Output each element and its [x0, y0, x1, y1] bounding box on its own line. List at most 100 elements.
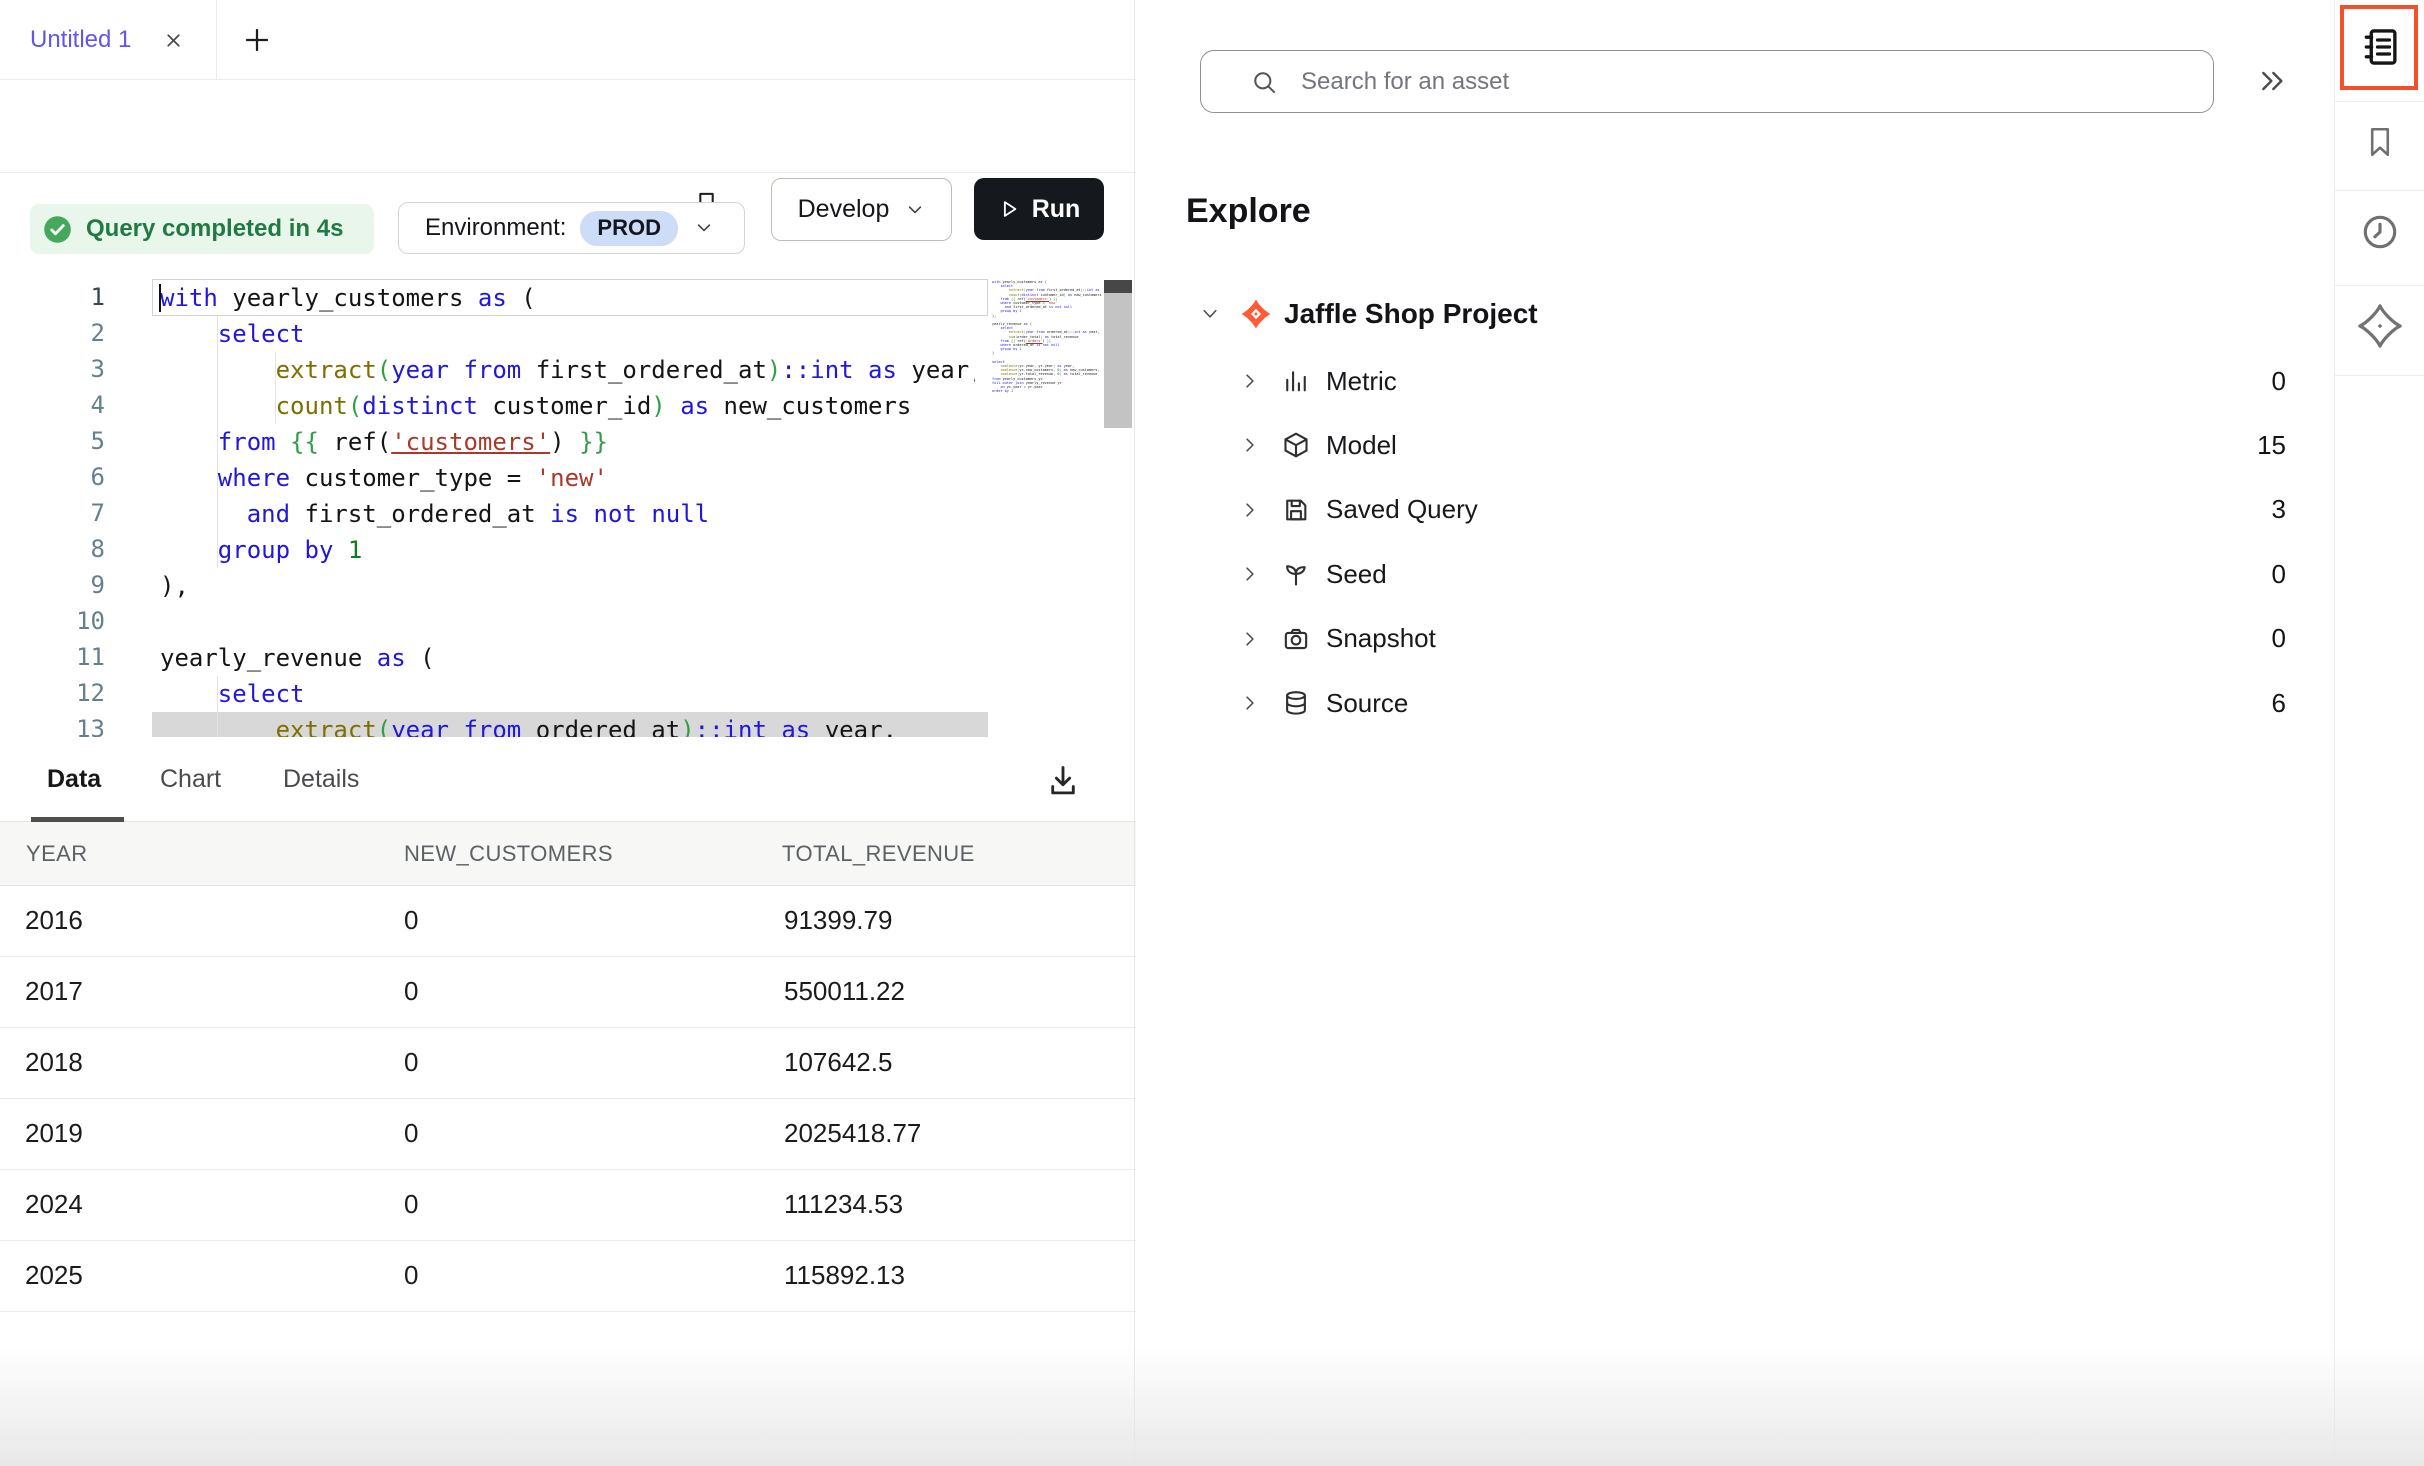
catalog-icon: [2359, 25, 2401, 69]
tree-item-label: Model: [1326, 413, 1397, 477]
download-icon[interactable]: [1044, 760, 1082, 802]
tree-item-model[interactable]: Model 15: [1136, 413, 2334, 477]
results-tab-bar: Data Chart Details: [0, 737, 1136, 822]
code-line[interactable]: from {{ ref('customers') }}: [160, 424, 975, 460]
code-line[interactable]: where customer_type = 'new': [160, 460, 975, 496]
sidebar-item-history[interactable]: [2335, 190, 2424, 285]
environment-label: Environment:: [425, 214, 566, 242]
scrollbar-marker: [1104, 280, 1132, 293]
code-content[interactable]: with yearly_customers as ( select extrac…: [160, 280, 975, 737]
table-cell: 2019: [25, 1099, 83, 1168]
check-circle-icon: [43, 215, 72, 244]
tree-item-snapshot[interactable]: Snapshot 0: [1136, 607, 2334, 671]
table-row: 20180107642.5: [0, 1028, 1136, 1099]
seedling-icon: [1282, 560, 1310, 588]
column-header-new-customers: NEW_CUSTOMERS: [404, 822, 613, 885]
table-cell: 115892.13: [784, 1241, 905, 1310]
dbt-project-logo-icon: [1240, 298, 1272, 330]
tree-item-label: Snapshot: [1326, 607, 1436, 671]
tab-chart[interactable]: Chart: [160, 737, 221, 821]
table-cell: 0: [404, 1099, 418, 1168]
tab-details[interactable]: Details: [283, 737, 359, 821]
tree-item-count: 0: [2272, 349, 2286, 413]
column-header-total-revenue: TOTAL_REVENUE: [782, 822, 975, 885]
bookmark-icon: [2363, 121, 2397, 163]
develop-button-label: Develop: [798, 195, 890, 224]
database-icon: [1282, 689, 1310, 717]
tree-item-label: Source: [1326, 671, 1408, 735]
line-number-gutter: 12345678910111213: [0, 279, 105, 737]
line-number: 4: [0, 387, 105, 423]
explore-title: Explore: [1186, 192, 1311, 231]
results-table-body: 2016091399.7920170550011.2220180107642.5…: [0, 886, 1136, 1312]
table-cell: 0: [404, 957, 418, 1026]
query-status-badge: Query completed in 4s: [30, 204, 374, 254]
project-tree-root[interactable]: Jaffle Shop Project: [1136, 286, 2334, 342]
code-line[interactable]: extract(year from first_ordered_at)::int…: [160, 352, 975, 388]
tab-data[interactable]: Data: [47, 737, 101, 821]
text-cursor: [159, 284, 161, 312]
tree-item-count: 15: [2257, 413, 2286, 477]
sidebar-item-dbt[interactable]: [2335, 285, 2424, 375]
history-icon: [2359, 211, 2401, 253]
chevron-right-icon[interactable]: [1240, 500, 1260, 520]
close-tab-icon[interactable]: [162, 29, 185, 52]
tab-untitled[interactable]: Untitled 1: [30, 0, 131, 79]
right-icon-sidebar: [2334, 0, 2424, 1466]
tree-item-seed[interactable]: Seed0: [1136, 542, 2334, 606]
chevron-right-icon[interactable]: [1240, 435, 1260, 455]
line-number: 2: [0, 315, 105, 351]
chevron-right-icon[interactable]: [1240, 693, 1260, 713]
chevron-right-icon[interactable]: [1240, 564, 1260, 584]
code-line[interactable]: [160, 604, 975, 640]
table-row: 20240111234.53: [0, 1170, 1136, 1241]
table-cell: 2017: [25, 957, 83, 1026]
chevron-down-icon: [905, 200, 925, 220]
panel-divider: [1134, 0, 1135, 1466]
table-row: 2016091399.79: [0, 886, 1136, 957]
sidebar-item-bookmarks[interactable]: [2335, 101, 2424, 190]
tree-item-metric[interactable]: Metric 0: [1136, 349, 2334, 413]
run-button-label: Run: [1032, 195, 1081, 224]
code-line[interactable]: select: [160, 676, 975, 712]
code-line[interactable]: select: [160, 316, 975, 352]
column-header-year: YEAR: [26, 822, 88, 885]
tree-item-label: Metric: [1326, 349, 1397, 413]
line-number: 10: [0, 603, 105, 639]
sidebar-item-catalog[interactable]: [2335, 0, 2424, 101]
asset-search-box[interactable]: [1200, 50, 2214, 113]
new-tab-icon[interactable]: [242, 25, 272, 55]
table-cell: 0: [404, 1241, 418, 1310]
code-line[interactable]: yearly_revenue as (: [160, 640, 975, 676]
chevron-down-icon[interactable]: [1200, 304, 1220, 324]
tree-item-source[interactable]: Source6: [1136, 671, 2334, 735]
table-cell: 0: [404, 886, 418, 955]
code-line[interactable]: ),: [160, 568, 975, 604]
chevron-right-icon[interactable]: [1240, 371, 1260, 391]
code-line[interactable]: count(distinct customer_id) as new_custo…: [160, 388, 975, 424]
sql-code-editor[interactable]: 12345678910111213 with yearly_customers …: [0, 278, 1136, 737]
line-number: 12: [0, 675, 105, 711]
code-line[interactable]: and first_ordered_at is not null: [160, 496, 975, 532]
code-line[interactable]: group by 1: [160, 532, 975, 568]
table-cell: 111234.53: [784, 1170, 903, 1239]
chevron-right-icon[interactable]: [1240, 629, 1260, 649]
tree-item-count: 0: [2272, 607, 2286, 671]
table-row: 20170550011.22: [0, 957, 1136, 1028]
editor-panel: Untitled 1 Develop Run Query completed i…: [0, 0, 1136, 1466]
environment-selector[interactable]: Environment: PROD: [398, 202, 745, 254]
code-line[interactable]: with yearly_customers as (: [160, 280, 975, 316]
table-cell: 2025: [25, 1241, 83, 1310]
tree-item-saved-query[interactable]: Saved Query3: [1136, 478, 2334, 542]
run-button[interactable]: Run: [974, 178, 1104, 240]
collapse-panel-icon[interactable]: [2256, 65, 2288, 97]
editor-tab-bar: Untitled 1: [0, 0, 1136, 80]
environment-value-badge: PROD: [580, 211, 678, 246]
code-minimap[interactable]: with yearly_customers as ( select extrac…: [992, 280, 1102, 393]
table-cell: 0: [404, 1170, 418, 1239]
develop-button[interactable]: Develop: [771, 178, 952, 241]
code-line[interactable]: extract(year from ordered_at)::int as ye…: [160, 712, 975, 737]
editor-scrollbar[interactable]: [1104, 293, 1132, 428]
explore-panel: Explore Jaffle Shop Project Metric0Model…: [1136, 0, 2334, 1466]
search-input[interactable]: [1299, 55, 2183, 109]
